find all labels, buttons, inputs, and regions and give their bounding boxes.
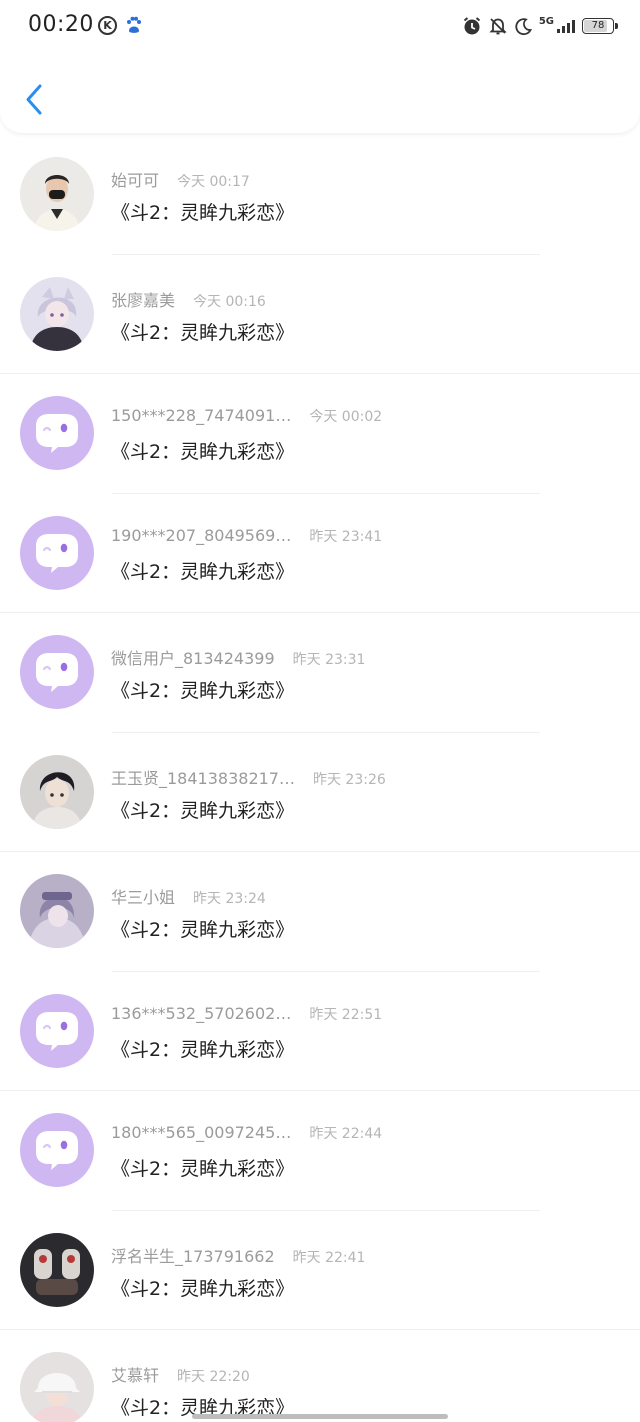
comment-item[interactable]: 190***207_8049569… 昨天 23:41 《斗2：灵眸九彩恋》 <box>0 494 640 613</box>
comment-item[interactable]: 艾慕轩 昨天 22:20 《斗2：灵眸九彩恋》 <box>0 1330 640 1422</box>
comment-item[interactable]: 张廖嘉美 今天 00:16 《斗2：灵眸九彩恋》 <box>0 255 640 374</box>
k-app-icon: K <box>98 16 117 35</box>
comment-item[interactable]: 王玉贤_18413838217… 昨天 23:26 《斗2：灵眸九彩恋》 <box>0 733 640 852</box>
comment-meta: 190***207_8049569… 昨天 23:41 <box>111 526 382 546</box>
status-bar: 00:20 K 5G 78 <box>0 0 640 52</box>
comment-time: 昨天 23:26 <box>312 771 386 788</box>
comment-text: 《斗2：灵眸九彩恋》 <box>111 1038 295 1061</box>
comment-text: 《斗2：灵眸九彩恋》 <box>111 799 295 822</box>
user-name[interactable]: 浮名半生_173791662 <box>111 1243 275 1267</box>
comment-list: 始可可 今天 00:17 《斗2：灵眸九彩恋》 张廖嘉美 今天 00:16 《斗2：灵眸… <box>0 135 640 1422</box>
comment-text: 《斗2：灵眸九彩恋》 <box>111 321 295 344</box>
default-avatar-chat-icon[interactable] <box>20 1113 94 1187</box>
user-avatar[interactable] <box>20 157 94 231</box>
paw-icon <box>127 16 141 33</box>
comment-time: 今天 00:02 <box>309 409 383 425</box>
header: 00:20 K 5G 78 <box>0 0 640 133</box>
user-avatar[interactable] <box>20 1352 94 1422</box>
comment-time: 昨天 23:41 <box>309 528 383 545</box>
default-avatar-chat-icon[interactable] <box>20 993 94 1068</box>
user-name[interactable]: 张廖嘉美 <box>111 287 175 311</box>
comment-text: 《斗2：灵眸九彩恋》 <box>111 1158 295 1180</box>
status-icons: 5G 78 <box>462 14 618 38</box>
default-avatar-chat-icon[interactable] <box>20 515 94 590</box>
comment-text: 《斗2：灵眸九彩恋》 <box>111 202 295 224</box>
alarm-icon <box>463 17 480 35</box>
comment-item[interactable]: 180***565_0097245… 昨天 22:44 《斗2：灵眸九彩恋》 <box>0 1091 640 1211</box>
battery-level: 78 <box>591 20 605 31</box>
user-name[interactable]: 180***565_0097245… <box>111 1123 291 1142</box>
comment-time: 昨天 22:44 <box>309 1126 383 1142</box>
comment-text: 《斗2：灵眸九彩恋》 <box>111 919 295 941</box>
user-name[interactable]: 艾慕轩 <box>111 1362 159 1386</box>
user-avatar[interactable] <box>20 874 94 948</box>
comment-text: 《斗2：灵眸九彩恋》 <box>111 441 295 463</box>
comment-time: 昨天 23:31 <box>292 652 366 668</box>
comment-item[interactable]: 150***228_7474091… 今天 00:02 《斗2：灵眸九彩恋》 <box>0 374 640 494</box>
moon-icon <box>515 17 532 35</box>
comment-time: 今天 00:16 <box>193 293 266 310</box>
comment-meta: 艾慕轩 昨天 22:20 <box>111 1362 250 1386</box>
mute-bell-icon <box>489 18 507 35</box>
comment-item[interactable]: 华三小姐 昨天 23:24 《斗2：灵眸九彩恋》 <box>0 852 640 972</box>
comment-text: 《斗2：灵眸九彩恋》 <box>111 1277 295 1300</box>
status-time: 00:20 <box>28 12 94 37</box>
comment-item[interactable]: 始可可 今天 00:17 《斗2：灵眸九彩恋》 <box>0 135 640 255</box>
comment-item[interactable]: 136***532_5702602… 昨天 22:51 《斗2：灵眸九彩恋》 <box>0 972 640 1091</box>
default-avatar-chat-icon[interactable] <box>20 635 94 709</box>
comment-meta: 136***532_5702602… 昨天 22:51 <box>111 1004 382 1024</box>
comment-meta: 浮名半生_173791662 昨天 22:41 <box>111 1243 365 1267</box>
signal-icon <box>557 20 575 33</box>
default-avatar-chat-icon[interactable] <box>20 396 94 470</box>
comment-time: 今天 00:17 <box>177 174 250 190</box>
user-name[interactable]: 150***228_7474091… <box>111 406 291 425</box>
comment-item[interactable]: 浮名半生_173791662 昨天 22:41 《斗2：灵眸九彩恋》 <box>0 1211 640 1330</box>
user-avatar[interactable] <box>20 276 94 351</box>
battery-icon: 78 <box>582 18 618 34</box>
comment-meta: 华三小姐 昨天 23:24 <box>111 884 266 908</box>
user-name[interactable]: 微信用户_813424399 <box>111 645 275 669</box>
comment-meta: 王玉贤_18413838217… 昨天 23:26 <box>111 765 386 789</box>
user-name[interactable]: 始可可 <box>111 167 159 191</box>
user-avatar[interactable] <box>20 754 94 829</box>
user-name[interactable]: 华三小姐 <box>111 884 175 908</box>
chevron-left-icon <box>26 84 42 115</box>
user-avatar[interactable] <box>20 1232 94 1307</box>
back-button[interactable] <box>18 80 54 120</box>
comment-time: 昨天 23:24 <box>193 891 266 907</box>
comment-meta: 180***565_0097245… 昨天 22:44 <box>111 1123 382 1143</box>
comment-time: 昨天 22:20 <box>177 1369 250 1385</box>
user-name[interactable]: 王玉贤_18413838217… <box>111 765 295 789</box>
comment-time: 昨天 22:41 <box>292 1249 366 1266</box>
comment-meta: 150***228_7474091… 今天 00:02 <box>111 406 382 426</box>
comment-meta: 始可可 今天 00:17 <box>111 167 250 191</box>
comment-text: 《斗2：灵眸九彩恋》 <box>111 680 295 702</box>
comment-meta: 张廖嘉美 今天 00:16 <box>111 287 266 311</box>
user-name[interactable]: 190***207_8049569… <box>111 526 291 545</box>
comment-text: 《斗2：灵眸九彩恋》 <box>111 560 295 583</box>
comment-time: 昨天 22:51 <box>309 1006 383 1023</box>
comment-item[interactable]: 微信用户_813424399 昨天 23:31 《斗2：灵眸九彩恋》 <box>0 613 640 733</box>
network-label: 5G <box>538 15 554 27</box>
comment-meta: 微信用户_813424399 昨天 23:31 <box>111 645 365 669</box>
home-indicator <box>192 1414 448 1419</box>
user-name[interactable]: 136***532_5702602… <box>111 1004 291 1023</box>
